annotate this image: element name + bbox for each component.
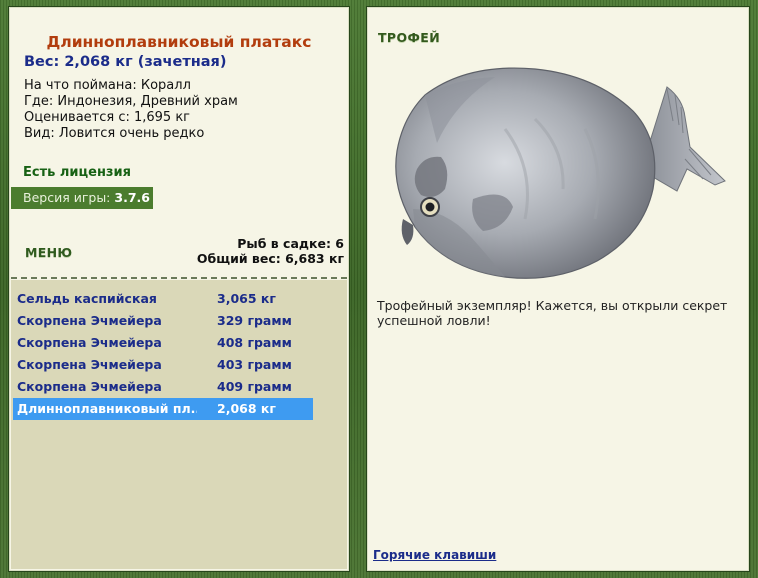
catch-list: Сельдь каспийская 3,065 кг Скорпена Эчме… — [11, 280, 347, 569]
keep-total-weight: Общий вес: 6,683 кг — [196, 251, 344, 266]
keep-net-stats: Рыб в садке: 6 Общий вес: 6,683 кг — [197, 236, 344, 266]
catch-row[interactable]: Скорпена Эчмейера 409 грамм — [13, 376, 313, 398]
location-info: Где: Индонезия, Древний храм — [24, 94, 238, 109]
weight-label: Вес: — [24, 54, 60, 70]
fish-info-panel: Длинноплавниковый платакс Вес: 2,068 кг … — [8, 6, 350, 572]
catch-name: Скорпена Эчмейера — [17, 357, 162, 372]
trophy-message: Трофейный экземпляр! Кажется, вы открыли… — [377, 298, 728, 328]
weight-value: 2,068 кг (зачетная) — [64, 54, 227, 70]
menu-button[interactable]: МЕНЮ — [25, 245, 72, 260]
catch-weight: 403 грамм — [217, 357, 292, 372]
catch-name: Скорпена Эчмейера — [17, 335, 162, 350]
catch-weight: 408 грамм — [217, 335, 292, 350]
game-version: Версия игры: 3.7.6 — [11, 187, 153, 209]
catch-name: Скорпена Эчмейера — [17, 313, 162, 328]
fish-title: Длинноплавниковый платакс — [46, 33, 312, 51]
version-label: Версия игры: — [23, 190, 111, 205]
catch-row[interactable]: Скорпена Эчмейера 329 грамм — [13, 310, 313, 332]
catch-weight: 409 грамм — [217, 379, 292, 394]
platax-fish-image — [395, 67, 726, 279]
catch-row[interactable]: Скорпена Эчмейера 403 грамм — [13, 354, 313, 376]
fish-weight: Вес: 2,068 кг (зачетная) — [24, 54, 227, 70]
rarity-info: Вид: Ловится очень редко — [24, 126, 205, 141]
catch-weight: 2,068 кг — [217, 401, 276, 416]
catch-weight: 329 грамм — [217, 313, 292, 328]
license-status: Есть лицензия — [23, 165, 131, 180]
valuation-info: Оценивается с: 1,695 кг — [24, 110, 191, 125]
trophy-panel: ТРОФЕЙ Трофейный экземпляр! Кажется, вы … — [366, 6, 750, 572]
catch-row[interactable]: Скорпена Эчмейера 408 грамм — [13, 332, 313, 354]
catch-row-selected[interactable]: Длинноплавниковый пл... 2,068 кг — [13, 398, 313, 420]
keep-count: Рыб в садке: 6 — [237, 236, 344, 251]
hotkeys-link[interactable]: Горячие клавиши — [373, 548, 496, 562]
dashed-divider — [11, 277, 347, 279]
catch-name: Скорпена Эчмейера — [17, 379, 162, 394]
version-value: 3.7.6 — [114, 190, 150, 205]
catch-name: Длинноплавниковый пл... — [17, 401, 197, 416]
catch-name: Сельдь каспийская — [17, 291, 157, 306]
catch-weight: 3,065 кг — [217, 291, 276, 306]
bait-info: На что поймана: Коралл — [24, 78, 191, 93]
trophy-label: ТРОФЕЙ — [378, 30, 441, 45]
catch-row[interactable]: Сельдь каспийская 3,065 кг — [13, 288, 313, 310]
